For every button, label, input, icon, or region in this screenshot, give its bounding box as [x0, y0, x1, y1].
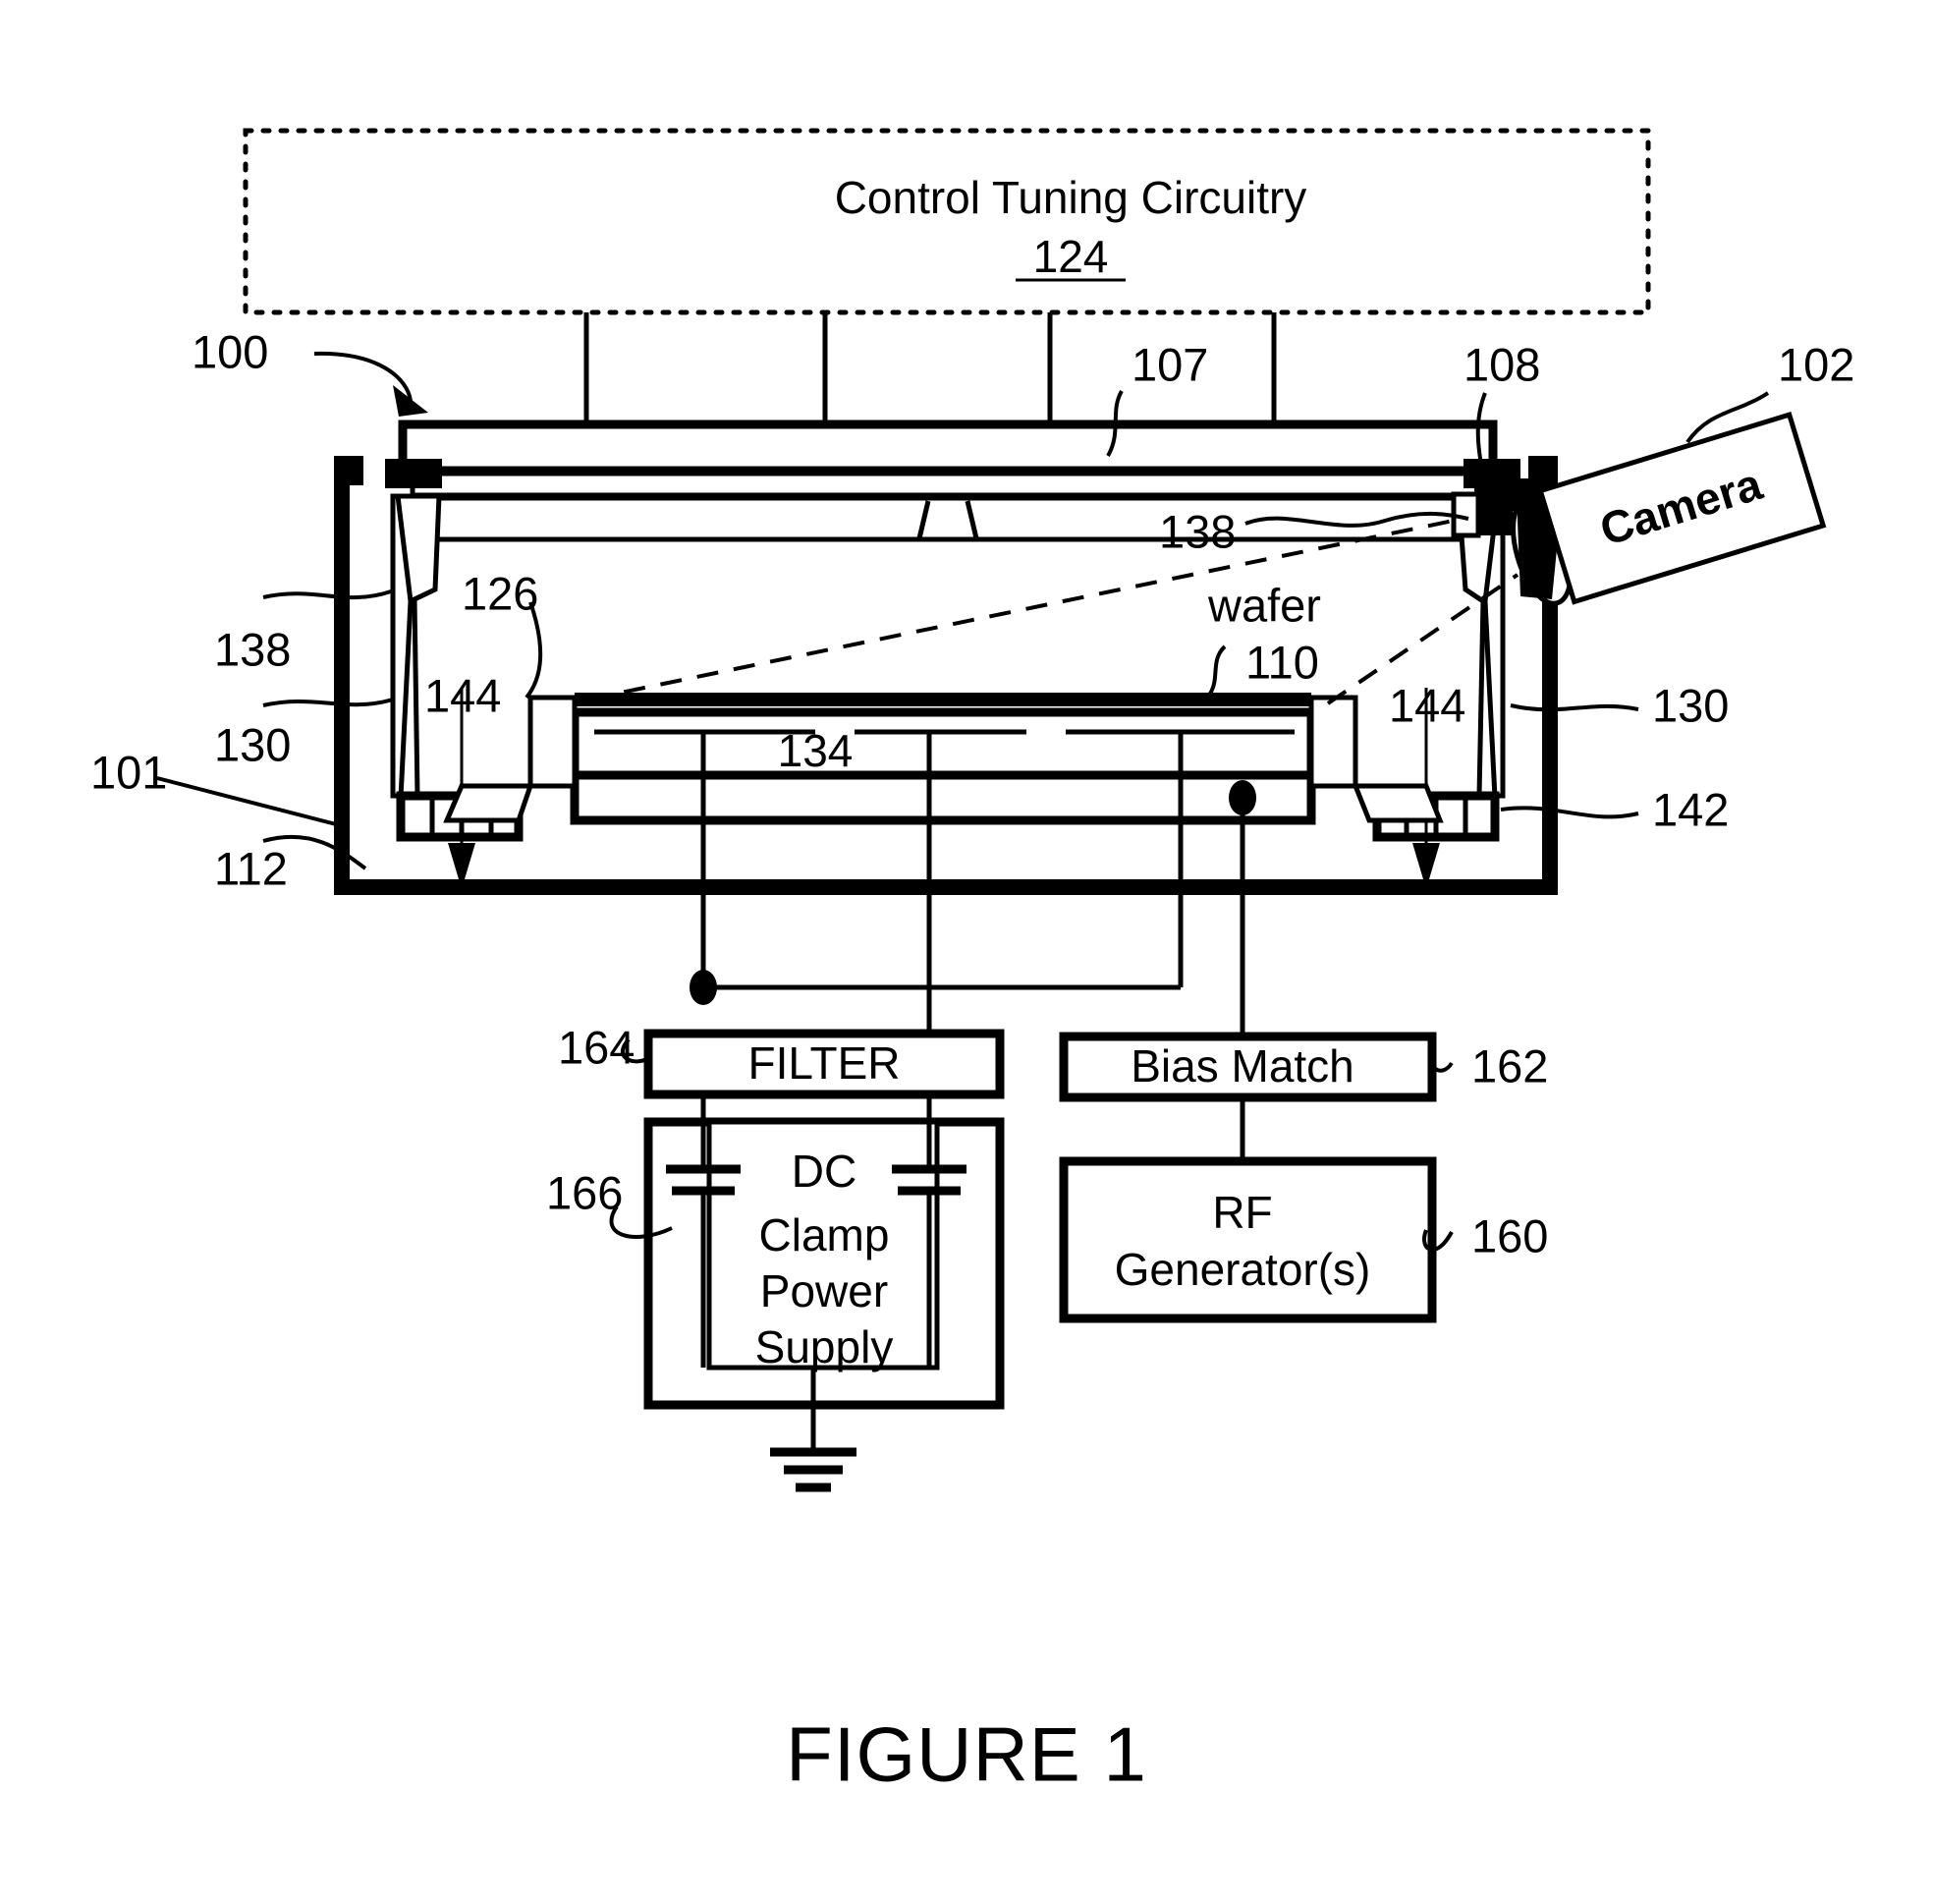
control-tuning-circuitry-ref: 124 — [1033, 231, 1109, 282]
wafer-110 — [575, 693, 1311, 706]
dc-supply-label-line4: Supply — [755, 1321, 894, 1372]
ref-102-label: 102 — [1778, 338, 1854, 390]
ref-160-label: 160 — [1471, 1209, 1548, 1261]
pedestal-assembly: 134 — [570, 693, 1316, 825]
bias-match-label: Bias Match — [1131, 1040, 1354, 1092]
ref-108-label: 108 — [1464, 338, 1540, 390]
ref-101-leader — [156, 776, 341, 827]
wall-top-left-cap — [334, 456, 363, 485]
upper-plate-107 — [398, 420, 1498, 476]
ref-162-label: 162 — [1471, 1039, 1548, 1092]
ref-126-label: 126 — [462, 567, 538, 619]
control-tuning-circuitry-title: Control Tuning Circuitry — [835, 172, 1307, 223]
ref-138-left-label: 138 — [214, 623, 291, 675]
dc-supply-label-line2: Clamp — [759, 1209, 890, 1260]
ref-134-label: 134 — [778, 725, 854, 776]
upper-plate-assembly: 107 — [385, 338, 1520, 542]
filter-label: FILTER — [747, 1037, 900, 1089]
ref-166-label: 166 — [546, 1166, 623, 1218]
rf-generator-label-line1: RF — [1212, 1187, 1272, 1238]
ref-110-label: 110 — [1245, 636, 1319, 688]
ref-100-label: 100 — [192, 325, 268, 377]
dc-clamp-power-supply-block: DC Clamp Power Supply 166 — [546, 1094, 1005, 1492]
ref-144-right-label: 144 — [1389, 679, 1465, 731]
patent-figure-page: Control Tuning Circuitry 124 100 107 134… — [0, 0, 1933, 1904]
ref-130-right-label: 130 — [1652, 679, 1729, 731]
window-layer-upper — [410, 471, 1491, 498]
system-ref-100: 100 — [192, 325, 428, 417]
ref-130-left-leader — [262, 698, 394, 707]
ref-144-left-label: 144 — [424, 669, 501, 721]
window-layer-lower — [400, 495, 1496, 542]
dc-supply-label-line3: Power — [760, 1265, 888, 1316]
pedestal-body-134 — [570, 707, 1316, 825]
ref-142-label: 142 — [1652, 783, 1729, 835]
ref-100-arrowhead — [393, 385, 428, 417]
ref-138-left-leader — [262, 589, 392, 599]
ref-142-leader — [1500, 806, 1639, 819]
camera-body-group: Camera — [1537, 412, 1827, 605]
ground-icon — [770, 1447, 856, 1492]
control-tuning-circuitry-block: Control Tuning Circuitry 124 — [243, 128, 1651, 315]
wafer-text-label: wafer — [1207, 579, 1321, 631]
ref-107-label: 107 — [1132, 338, 1208, 390]
ref-130-left-label: 130 — [214, 718, 291, 770]
liner-right — [1456, 493, 1506, 799]
seal-left — [385, 459, 442, 488]
ref-112-label: 112 — [214, 842, 288, 894]
figure-caption: FIGURE 1 — [786, 1711, 1147, 1798]
ref-130-right-leader — [1510, 703, 1639, 712]
figure-canvas: Control Tuning Circuitry 124 100 107 134… — [90, 128, 1854, 1798]
bias-match-block: Bias Match 162 — [1059, 1032, 1548, 1161]
liner-left-126 — [390, 493, 442, 799]
chamber-wiring — [690, 798, 1245, 1036]
wire-junction-node — [690, 970, 717, 1005]
rf-generator-block: RF Generator(s) 160 — [1059, 1156, 1548, 1323]
dc-supply-label-line1: DC — [792, 1146, 856, 1197]
filter-block: FILTER 164 — [558, 1021, 1005, 1099]
rf-generator-label-line2: Generator(s) — [1115, 1244, 1371, 1295]
ref-138-right-label: 138 — [1159, 505, 1236, 557]
ref-110-leader — [1208, 644, 1227, 696]
ref-101-label: 101 — [90, 746, 167, 798]
